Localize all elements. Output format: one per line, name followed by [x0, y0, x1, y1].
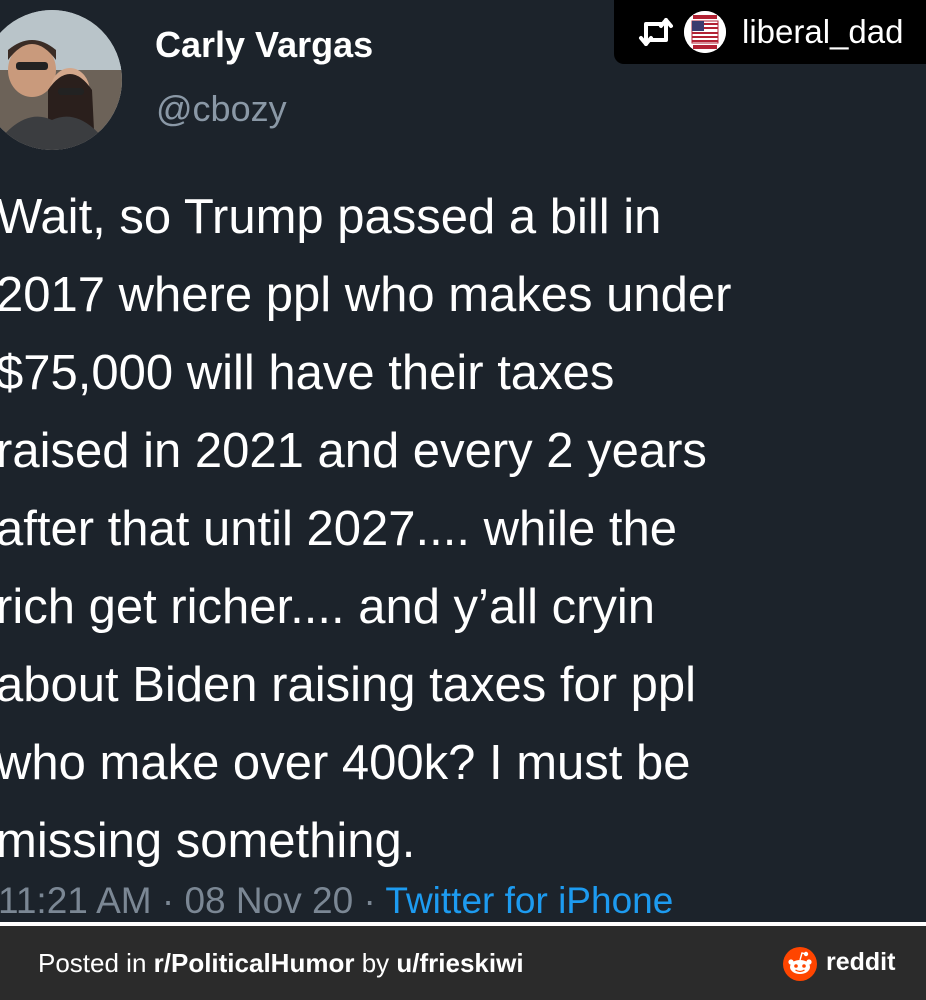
tweet-text-line: missing something.	[0, 814, 416, 868]
meta-separator: ·	[161, 880, 175, 921]
author-handle[interactable]: @cbozy	[156, 88, 287, 130]
tweet-source-link[interactable]: Twitter for iPhone	[385, 880, 673, 921]
meta-separator: ·	[363, 880, 376, 921]
reddit-wordmark[interactable]: reddit	[826, 948, 895, 977]
repost-badge: liberal_dad	[614, 0, 926, 64]
reddit-logo-icon[interactable]	[783, 947, 817, 981]
subreddit-link[interactable]: r/PoliticalHumor	[154, 948, 355, 978]
tweet-text-line: after that until 2027.... while the	[0, 502, 677, 556]
tweet-text-line: Wait, so Trump passed a bill in	[0, 190, 662, 244]
post-attribution: Posted in r/PoliticalHumor by u/frieskiw…	[38, 948, 524, 979]
by-label: by	[354, 948, 397, 978]
tweet-date[interactable]: 08 Nov 20	[184, 880, 353, 921]
tweet-metadata: 11:21 AM · 08 Nov 20 · Twitter for iPhon…	[0, 880, 673, 922]
poster-username-link[interactable]: u/frieskiwi	[396, 948, 523, 978]
tweet-time[interactable]: 11:21 AM	[0, 880, 152, 921]
tweet-text-line: who make over 400k? I must be	[0, 736, 691, 790]
tweet-text-line: $75,000 will have their taxes	[0, 346, 615, 400]
posted-in-label: Posted in	[38, 948, 154, 978]
reddit-footer: Posted in r/PoliticalHumor by u/frieskiw…	[0, 926, 926, 1000]
tweet-card: Carly Vargas @cbozy liberal_dad Wait, so…	[0, 0, 926, 922]
reposter-username[interactable]: liberal_dad	[742, 13, 903, 51]
reposter-avatar[interactable]	[684, 11, 726, 53]
screenshot: Carly Vargas @cbozy liberal_dad Wait, so…	[0, 0, 926, 1000]
repost-icon	[639, 18, 673, 46]
tweet-text-line: 2017 where ppl who makes under	[0, 268, 732, 322]
author-avatar[interactable]	[0, 10, 122, 150]
tweet-text-line: rich get richer.... and y’all cryin	[0, 580, 656, 634]
tweet-text-line: raised in 2021 and every 2 years	[0, 424, 707, 478]
tweet-text: Wait, so Trump passed a bill in 2017 whe…	[0, 178, 926, 880]
tweet-text-line: about Biden raising taxes for ppl	[0, 658, 697, 712]
author-name[interactable]: Carly Vargas	[155, 24, 373, 66]
